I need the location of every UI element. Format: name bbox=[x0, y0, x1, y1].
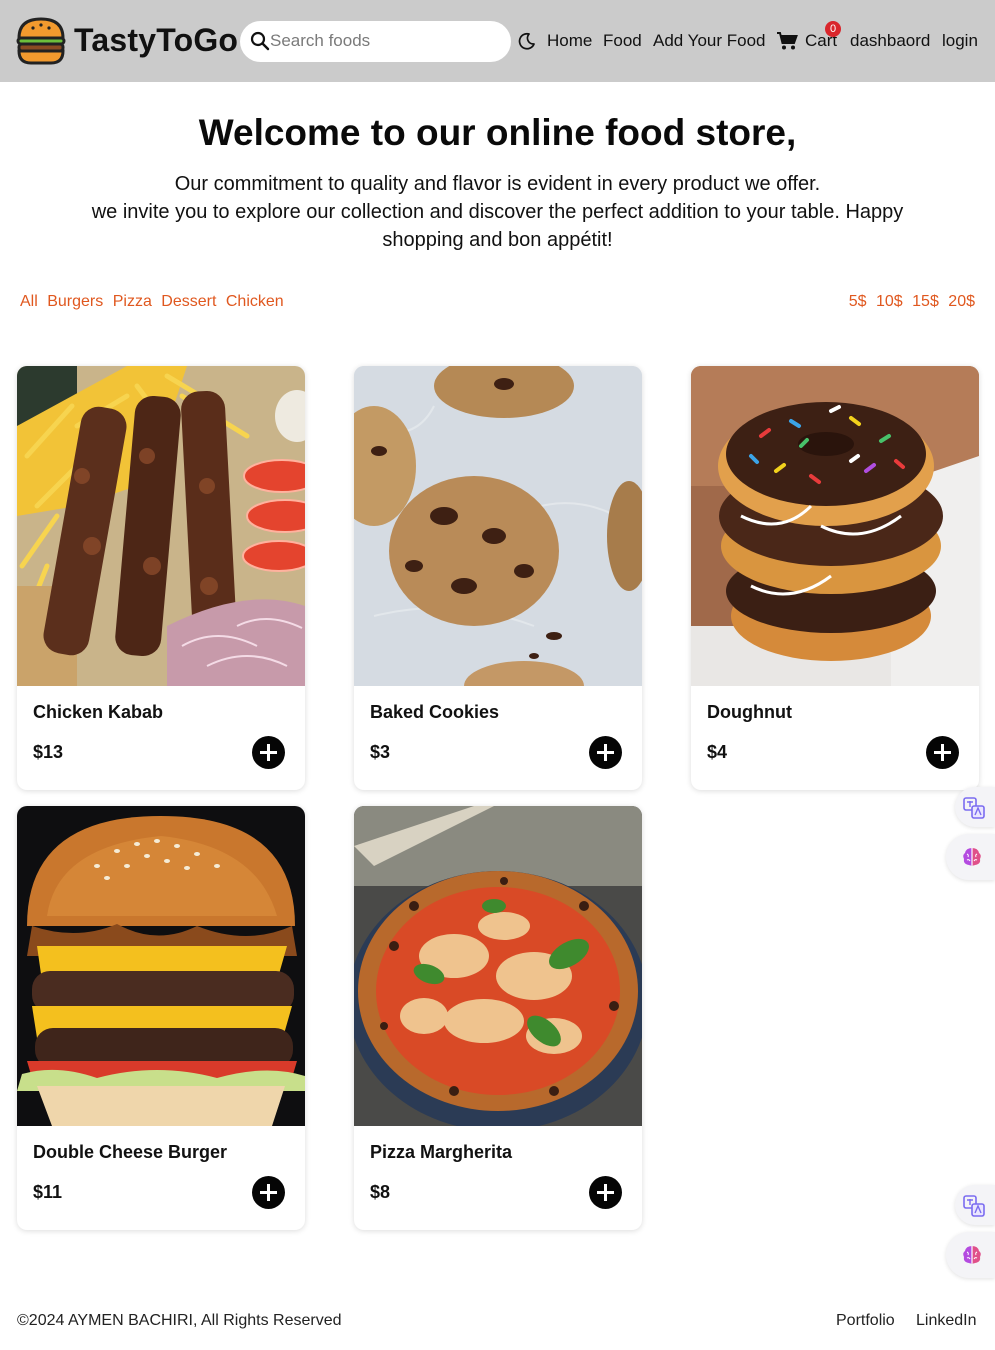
add-to-cart-button[interactable] bbox=[589, 1176, 622, 1209]
product-image-cookies bbox=[354, 366, 642, 686]
footer-portfolio-link[interactable]: Portfolio bbox=[836, 1312, 895, 1330]
product-price: $8 bbox=[370, 1182, 391, 1202]
page-title: Welcome to our online food store, bbox=[198, 112, 797, 153]
nav-dashboard[interactable]: dashbaord bbox=[850, 31, 930, 51]
product-price: $4 bbox=[707, 742, 728, 762]
filter-dessert[interactable]: Dessert bbox=[161, 293, 216, 310]
product-image-doughnut bbox=[691, 366, 979, 686]
product-name: Baked Cookies bbox=[370, 702, 500, 722]
footer-linkedin-link[interactable]: LinkedIn bbox=[916, 1312, 977, 1330]
translate-widget[interactable] bbox=[955, 1185, 995, 1225]
product-name: Pizza Margherita bbox=[370, 1142, 513, 1162]
nav-food[interactable]: Food bbox=[603, 31, 642, 51]
product-image-kabab bbox=[17, 366, 305, 686]
filter-price-10[interactable]: 10$ bbox=[876, 293, 903, 310]
product-card[interactable]: Chicken Kabab $13 bbox=[17, 366, 305, 790]
hero-line-2: we invite you to explore our collection … bbox=[91, 201, 904, 251]
ai-brain-widget[interactable] bbox=[946, 834, 995, 880]
product-price: $13 bbox=[33, 742, 64, 762]
ai-brain-widget[interactable] bbox=[946, 1232, 995, 1278]
product-card[interactable]: Baked Cookies $3 bbox=[354, 366, 642, 790]
hero-description: Our commitment to quality and flavor is … bbox=[50, 170, 945, 254]
product-name: Chicken Kabab bbox=[33, 702, 164, 722]
category-filters: All Burgers Pizza Dessert Chicken bbox=[20, 293, 289, 311]
filter-price-20[interactable]: 20$ bbox=[948, 293, 975, 310]
product-name: Double Cheese Burger bbox=[33, 1142, 228, 1162]
product-card[interactable]: Doughnut $4 bbox=[691, 366, 979, 790]
hero-line-1: Our commitment to quality and flavor is … bbox=[174, 173, 821, 195]
search-bar bbox=[240, 21, 511, 62]
filter-price-5[interactable]: 5$ bbox=[849, 293, 867, 310]
filter-pizza[interactable]: Pizza bbox=[113, 293, 152, 310]
brand-name[interactable]: TastyToGo bbox=[74, 22, 238, 59]
nav-home[interactable]: Home bbox=[547, 31, 592, 51]
product-card[interactable]: Pizza Margherita $8 bbox=[354, 806, 642, 1230]
burger-logo-icon[interactable] bbox=[15, 16, 67, 66]
add-to-cart-button[interactable] bbox=[926, 736, 959, 769]
search-icon[interactable] bbox=[250, 31, 270, 51]
brain-icon bbox=[963, 848, 981, 866]
cart-icon[interactable] bbox=[776, 31, 798, 51]
product-card[interactable]: Double Cheese Burger $11 bbox=[17, 806, 305, 1230]
product-price: $3 bbox=[370, 742, 391, 762]
filter-burgers[interactable]: Burgers bbox=[47, 293, 103, 310]
filter-price-15[interactable]: 15$ bbox=[912, 293, 939, 310]
translate-icon bbox=[963, 797, 985, 819]
nav-login[interactable]: login bbox=[942, 31, 978, 51]
translate-widget[interactable] bbox=[955, 787, 995, 827]
filter-chicken[interactable]: Chicken bbox=[226, 293, 284, 310]
nav-add-food[interactable]: Add Your Food bbox=[653, 31, 765, 51]
cart-count-badge: 0 bbox=[825, 21, 841, 37]
moon-icon[interactable] bbox=[518, 32, 536, 50]
product-name: Doughnut bbox=[707, 702, 792, 722]
product-image-burger bbox=[17, 806, 305, 1126]
add-to-cart-button[interactable] bbox=[589, 736, 622, 769]
search-input[interactable] bbox=[270, 27, 500, 55]
translate-icon bbox=[963, 1195, 985, 1217]
price-filters: 5$ 10$ 15$ 20$ bbox=[849, 293, 975, 311]
add-to-cart-button[interactable] bbox=[252, 736, 285, 769]
add-to-cart-button[interactable] bbox=[252, 1176, 285, 1209]
copyright-text: ©2024 AYMEN BACHIRI, All Rights Reserved bbox=[17, 1312, 342, 1329]
filter-all[interactable]: All bbox=[20, 293, 38, 310]
brain-icon bbox=[963, 1246, 981, 1264]
navbar: TastyToGo Home Food Add Your Food Cart 0… bbox=[0, 0, 995, 82]
product-price: $11 bbox=[33, 1182, 63, 1202]
product-image-pizza bbox=[354, 806, 642, 1126]
